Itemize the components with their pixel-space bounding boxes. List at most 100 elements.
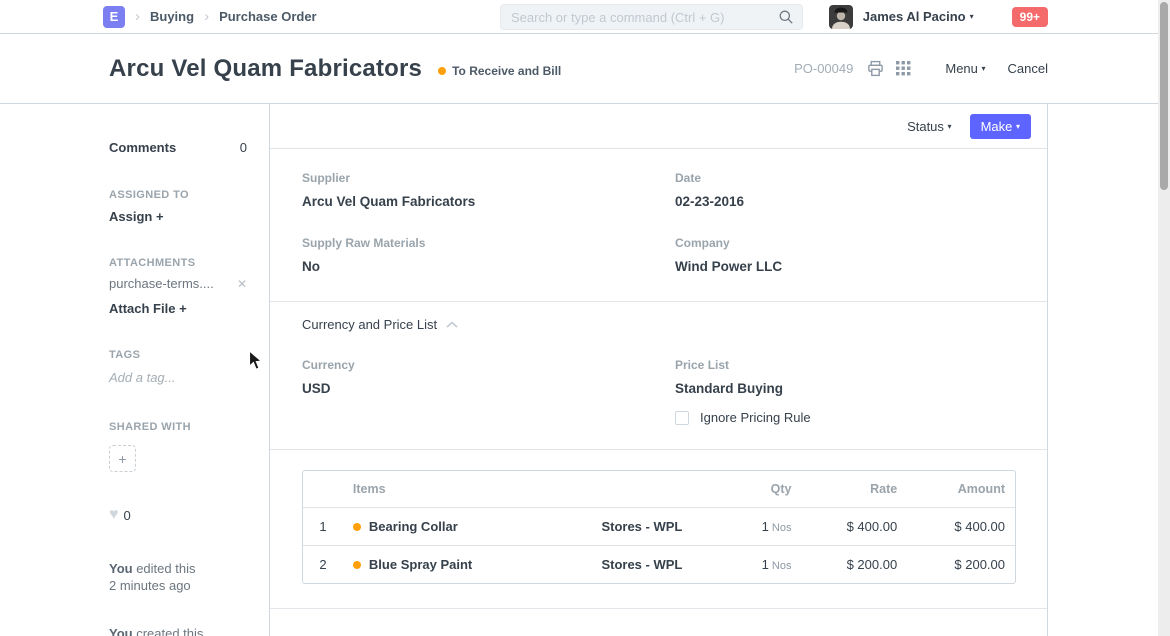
search-input[interactable]	[511, 10, 778, 25]
field-value[interactable]: No	[302, 259, 675, 274]
attach-file-button[interactable]: Attach File +	[109, 301, 247, 316]
global-search[interactable]	[500, 4, 803, 30]
item-name[interactable]: Blue Spray Paint	[369, 557, 472, 572]
status-dropdown[interactable]: Status ▾	[907, 119, 952, 134]
print-icon[interactable]	[867, 60, 884, 77]
field-label: Company	[675, 236, 1015, 250]
add-tag-input[interactable]: Add a tag...	[109, 370, 247, 385]
header-idx	[303, 471, 343, 507]
form-body: Supplier Arcu Vel Quam Fabricators Date …	[270, 149, 1047, 609]
likes-count: 0	[124, 508, 131, 523]
field-company[interactable]: Company Wind Power LLC	[675, 236, 1015, 274]
app-window: E › Buying › Purchase Order James Al Pac…	[0, 0, 1170, 636]
attachments-label: ATTACHMENTS	[109, 257, 247, 269]
navbar: E › Buying › Purchase Order James Al Pac…	[0, 0, 1170, 34]
items-section: Items Qty Rate Amount 1 Bearing Collar	[302, 450, 1015, 609]
comments-link[interactable]: Comments	[109, 140, 176, 155]
item-rate: $ 400.00	[801, 507, 907, 545]
user-menu[interactable]: James Al Pacino	[863, 9, 966, 24]
plus-icon: +	[118, 451, 126, 467]
search-icon[interactable]	[778, 9, 794, 25]
row-index: 2	[303, 545, 343, 583]
section-currency-price-list[interactable]: Currency and Price List	[302, 302, 1015, 332]
field-value[interactable]: 02-23-2016	[675, 194, 1015, 209]
item-uom: Nos	[772, 560, 792, 572]
header-rate: Rate	[801, 471, 907, 507]
activity-created: You created this 2 minutes ago	[109, 625, 247, 636]
section-title: Currency and Price List	[302, 317, 437, 332]
field-label: Supplier	[302, 171, 675, 185]
chevron-up-icon[interactable]	[446, 321, 458, 329]
status-indicator[interactable]: To Receive and Bill	[438, 64, 561, 78]
field-value[interactable]: USD	[302, 381, 675, 396]
section-divider	[270, 608, 1047, 609]
breadcrumb-purchase-order[interactable]: Purchase Order	[219, 9, 317, 24]
add-share-button[interactable]: +	[109, 445, 136, 472]
attachment-link[interactable]: purchase-terms....	[109, 276, 214, 291]
chevron-down-icon: ▾	[982, 64, 986, 73]
field-label: Supply Raw Materials	[302, 236, 675, 250]
item-warehouse: Stores - WPL	[582, 545, 702, 583]
avatar[interactable]	[829, 5, 853, 29]
chevron-down-icon: ▾	[1016, 122, 1020, 131]
breadcrumb-buying[interactable]: Buying	[150, 9, 194, 24]
scrollbar-thumb[interactable]	[1160, 2, 1168, 190]
notification-badge[interactable]: 99+	[1012, 7, 1048, 27]
header-items: Items	[343, 471, 582, 507]
page-head: Arcu Vel Quam Fabricators To Receive and…	[0, 34, 1170, 104]
form-main: Status ▾ Make ▾ Supplier Arcu Vel Quam F…	[270, 104, 1048, 636]
make-button[interactable]: Make ▾	[970, 114, 1031, 139]
page-title: Arcu Vel Quam Fabricators	[109, 55, 422, 83]
header-amount: Amount	[907, 471, 1015, 507]
field-price-list[interactable]: Price List Standard Buying	[675, 358, 1015, 396]
field-supplier[interactable]: Supplier Arcu Vel Quam Fabricators	[302, 171, 675, 209]
item-rate: $ 200.00	[801, 545, 907, 583]
plus-icon: +	[156, 209, 164, 224]
field-label: Date	[675, 171, 1015, 185]
item-amount: $ 200.00	[907, 545, 1015, 583]
shared-with-label: SHARED WITH	[109, 421, 247, 433]
activity-edited-time: 2 minutes ago	[109, 578, 191, 593]
chevron-down-icon: ▾	[970, 12, 974, 21]
breadcrumb-chevron-icon: ›	[204, 9, 209, 24]
navbar-user-area: James Al Pacino ▾ 99+	[829, 5, 1048, 29]
page-head-actions: PO-00049 Menu ▾ Cancel	[794, 60, 1048, 77]
ignore-pricing-rule-checkbox[interactable]	[675, 411, 689, 425]
assign-button[interactable]: Assign +	[109, 209, 247, 224]
item-qty: 1Nos	[702, 507, 802, 545]
field-value[interactable]: Arcu Vel Quam Fabricators	[302, 194, 675, 209]
plus-icon: +	[179, 301, 187, 316]
app-logo[interactable]: E	[103, 6, 125, 28]
document-id: PO-00049	[794, 61, 853, 76]
ignore-pricing-rule-field[interactable]: Ignore Pricing Rule	[675, 410, 1015, 425]
content-area: Comments 0 ASSIGNED TO Assign + ATTACHME…	[0, 104, 1170, 636]
field-label: Price List	[675, 358, 1015, 372]
scrollbar-track[interactable]	[1158, 0, 1170, 636]
field-date[interactable]: Date 02-23-2016	[675, 171, 1015, 209]
table-row[interactable]: 2 Blue Spray Paint Stores - WPL 1Nos $ 2…	[303, 545, 1015, 583]
field-label: Currency	[302, 358, 675, 372]
field-currency[interactable]: Currency USD	[302, 358, 675, 422]
menu-button[interactable]: Menu ▾	[945, 61, 985, 76]
item-name[interactable]: Bearing Collar	[369, 519, 458, 534]
field-value[interactable]: Wind Power LLC	[675, 259, 1015, 274]
items-table-header: Items Qty Rate Amount	[303, 471, 1015, 507]
remove-attachment-icon[interactable]: ✕	[237, 277, 247, 291]
status-text: To Receive and Bill	[452, 64, 561, 78]
item-uom: Nos	[772, 522, 792, 534]
assigned-to-label: ASSIGNED TO	[109, 189, 247, 201]
chevron-down-icon: ▾	[948, 122, 952, 131]
cancel-button[interactable]: Cancel	[1008, 61, 1048, 76]
table-row[interactable]: 1 Bearing Collar Stores - WPL 1Nos $ 400…	[303, 507, 1015, 545]
item-status-dot-icon	[353, 523, 361, 531]
checkbox-label: Ignore Pricing Rule	[700, 410, 811, 425]
comments-count: 0	[240, 140, 247, 155]
field-supply-raw-materials[interactable]: Supply Raw Materials No	[302, 236, 675, 274]
like-icon[interactable]: ♥	[109, 506, 119, 524]
field-value[interactable]: Standard Buying	[675, 381, 1015, 396]
item-qty: 1Nos	[702, 545, 802, 583]
header-warehouse	[582, 471, 702, 507]
row-index: 1	[303, 507, 343, 545]
form-sidebar: Comments 0 ASSIGNED TO Assign + ATTACHME…	[0, 104, 270, 636]
grid-view-icon[interactable]	[896, 61, 911, 76]
